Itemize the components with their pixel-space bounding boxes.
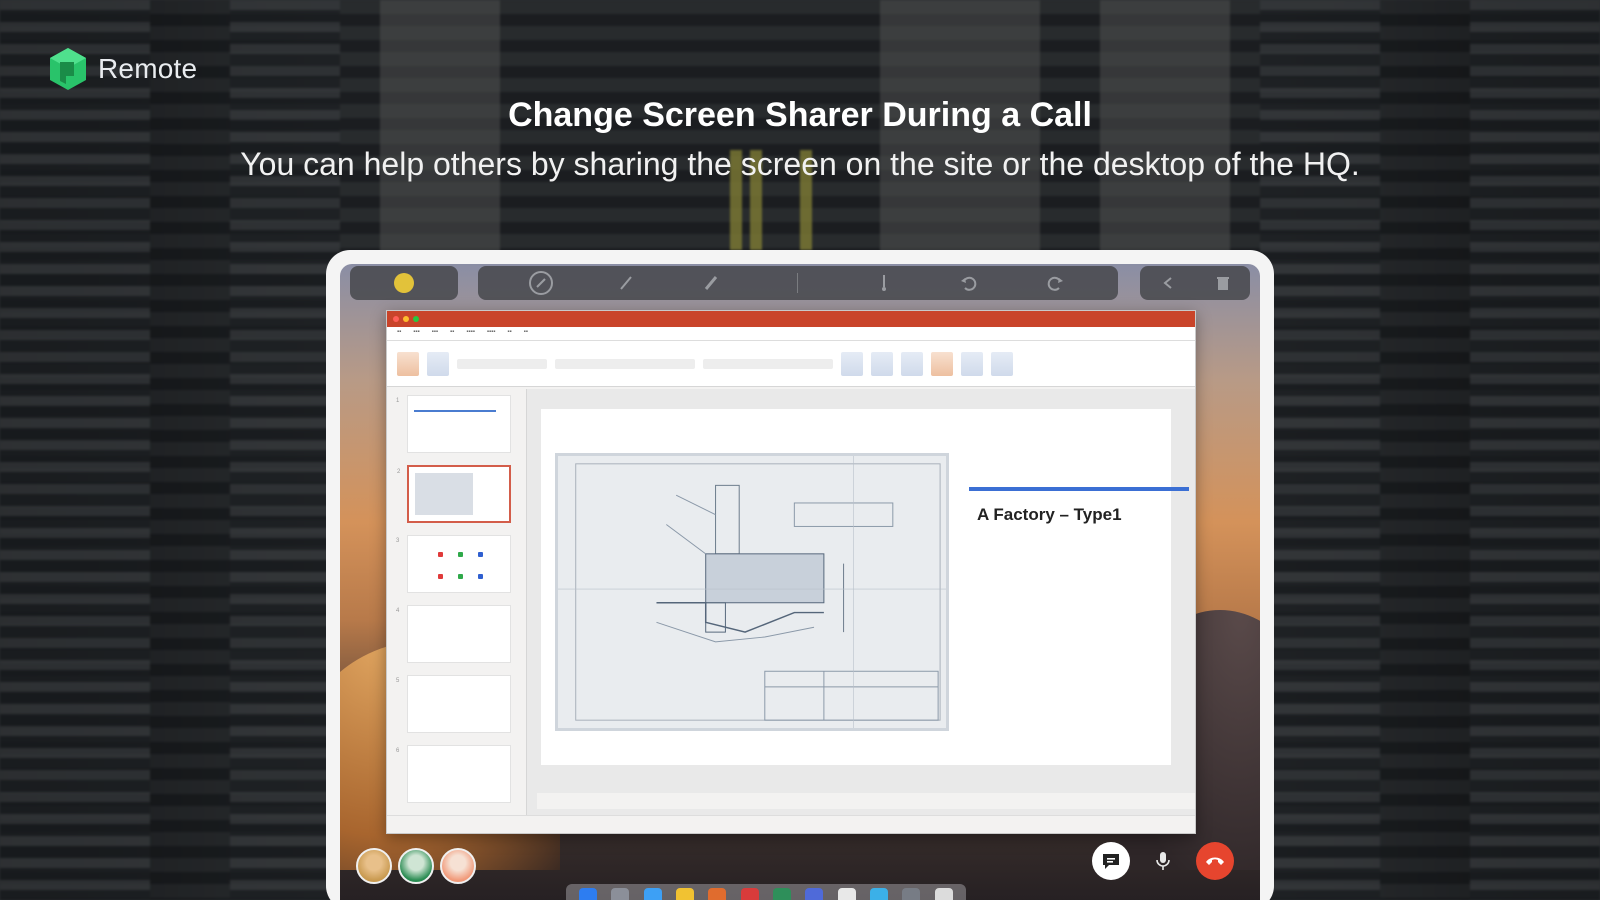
highlighter-icon[interactable] <box>695 268 729 298</box>
app-icon[interactable] <box>902 888 921 900</box>
slide-thumbnail[interactable]: 1 <box>396 395 511 453</box>
color-swatch-yellow[interactable] <box>394 273 414 293</box>
slide[interactable]: A Factory – Type1 <box>541 409 1189 765</box>
app-icon[interactable] <box>870 888 889 900</box>
editor-body: 1 2 3 4 5 6 A Factory – Type1 <box>387 389 1195 815</box>
back-icon[interactable] <box>1151 268 1185 298</box>
slide-heading[interactable]: A Factory – Type1 <box>977 505 1122 525</box>
format-controls[interactable] <box>555 358 695 369</box>
window-titlebar <box>387 311 1195 327</box>
slide-thumbnail-selected[interactable]: 2 <box>397 465 511 523</box>
ribbon-tab[interactable]: ▪▪ <box>450 329 454 338</box>
paragraph-controls[interactable] <box>703 358 833 369</box>
ribbon-tab[interactable]: ▪▪▪▪ <box>466 329 475 338</box>
font-selector[interactable] <box>457 358 547 369</box>
new-slide-icon[interactable] <box>427 351 449 376</box>
shared-screen: ▪▪ ▪▪▪ ▪▪▪ ▪▪ ▪▪▪▪ ▪▪▪▪ ▪▪ ▪▪ 1 2 3 4 5 … <box>340 264 1260 900</box>
sensitivity-icon[interactable] <box>991 351 1013 376</box>
slide-thumbnail[interactable]: 3 <box>396 535 511 593</box>
ribbon-tab[interactable]: ▪▪ <box>507 329 511 338</box>
participant-avatar[interactable] <box>440 848 476 884</box>
slide-thumbnail[interactable]: 4 <box>396 605 511 663</box>
macos-dock <box>566 884 966 900</box>
slide-thumbnail[interactable]: 5 <box>396 675 511 733</box>
participant-avatar[interactable] <box>398 848 434 884</box>
shapes-icon[interactable] <box>841 351 863 376</box>
ribbon-tab[interactable]: ▪▪▪▪ <box>487 329 496 338</box>
annotation-actions <box>1140 266 1250 300</box>
notes-bar[interactable] <box>537 793 1195 809</box>
toolbar-separator <box>781 268 815 298</box>
maximize-window-icon[interactable] <box>413 316 419 322</box>
trash-icon[interactable] <box>1206 268 1240 298</box>
microphone-icon <box>1156 852 1170 870</box>
ribbon-tabs: ▪▪ ▪▪▪ ▪▪▪ ▪▪ ▪▪▪▪ ▪▪▪▪ ▪▪ ▪▪ <box>387 327 1195 341</box>
technical-drawing-image <box>555 453 949 731</box>
finder-icon[interactable] <box>579 888 598 900</box>
pen-icon[interactable] <box>610 268 644 298</box>
ribbon-toolbar <box>387 341 1195 387</box>
picture-icon[interactable] <box>871 351 893 376</box>
trash-bin-icon[interactable] <box>934 888 953 900</box>
annotation-tools <box>478 266 1118 300</box>
minimize-window-icon[interactable] <box>403 316 409 322</box>
page-subtitle: You can help others by sharing the scree… <box>240 146 1360 182</box>
remote-logo-icon <box>50 48 86 90</box>
status-bar <box>387 815 1195 833</box>
safari-icon[interactable] <box>643 888 662 900</box>
design-ideas-icon[interactable] <box>961 351 983 376</box>
ribbon-tab[interactable]: ▪▪▪ <box>413 329 419 338</box>
annotation-toolbar <box>340 264 1260 302</box>
app-icon[interactable] <box>837 888 856 900</box>
microphone-button[interactable] <box>1144 842 1182 880</box>
chat-button[interactable] <box>1092 842 1130 880</box>
color-picker[interactable] <box>350 266 458 300</box>
laptop-frame: ▪▪ ▪▪▪ ▪▪▪ ▪▪ ▪▪▪▪ ▪▪▪▪ ▪▪ ▪▪ 1 2 3 4 5 … <box>326 250 1274 900</box>
redo-icon[interactable] <box>1038 268 1072 298</box>
participant-list <box>356 848 476 884</box>
chat-icon <box>1103 854 1119 869</box>
app-icon[interactable] <box>773 888 792 900</box>
brand-name: Remote <box>98 53 198 84</box>
hang-up-icon <box>1206 857 1224 865</box>
ribbon-tab[interactable]: ▪▪ <box>524 329 528 338</box>
brand: Remote <box>46 46 197 92</box>
close-window-icon[interactable] <box>393 316 399 322</box>
call-controls <box>1092 842 1234 880</box>
participant-avatar[interactable] <box>356 848 392 884</box>
hang-up-button[interactable] <box>1196 842 1234 880</box>
styles-icon[interactable] <box>931 351 953 376</box>
page-title: Change Screen Sharer During a Call <box>508 96 1092 134</box>
chrome-icon[interactable] <box>676 888 695 900</box>
app-icon[interactable] <box>708 888 727 900</box>
app-icon[interactable] <box>805 888 824 900</box>
arrange-icon[interactable] <box>901 351 923 376</box>
launchpad-icon[interactable] <box>611 888 630 900</box>
paste-icon[interactable] <box>397 351 419 376</box>
slide-accent-line <box>969 487 1189 491</box>
ribbon-tab[interactable]: ▪▪▪ <box>432 329 438 338</box>
slide-canvas: A Factory – Type1 <box>527 389 1195 815</box>
presentation-window: ▪▪ ▪▪▪ ▪▪▪ ▪▪ ▪▪▪▪ ▪▪▪▪ ▪▪ ▪▪ 1 2 3 4 5 … <box>386 310 1196 834</box>
pointer-icon[interactable] <box>524 268 558 298</box>
laser-icon[interactable] <box>867 268 901 298</box>
slide-thumbnail[interactable]: 6 <box>396 745 511 803</box>
ribbon-tab[interactable]: ▪▪ <box>397 329 401 338</box>
app-icon[interactable] <box>740 888 759 900</box>
slide-thumbnails: 1 2 3 4 5 6 <box>387 389 527 815</box>
undo-icon[interactable] <box>952 268 986 298</box>
